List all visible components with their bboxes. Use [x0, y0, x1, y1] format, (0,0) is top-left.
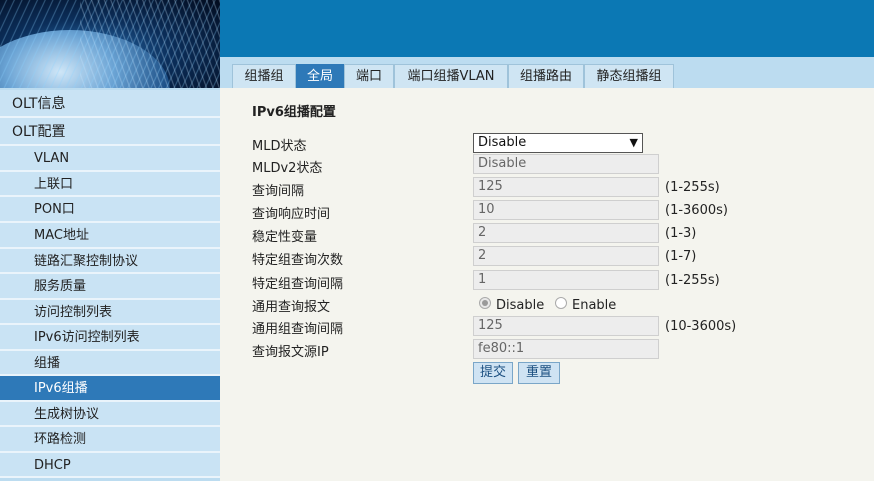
sidebar-item-lacp[interactable]: 链路汇聚控制协议 [0, 249, 220, 274]
query-response-time-label: 查询响应时间 [252, 207, 331, 222]
specific-query-count-label: 特定组查询次数 [252, 253, 344, 268]
tab-multicast-group[interactable]: 组播组 [232, 64, 296, 88]
specific-query-count-range: (1-7) [665, 249, 697, 264]
tab-port-multicast-vlan[interactable]: 端口组播VLAN [394, 64, 508, 88]
sidebar-item-stp[interactable]: 生成树协议 [0, 402, 220, 427]
sidebar-item-olt-info[interactable]: OLT信息 [0, 90, 220, 118]
header-bar [220, 0, 874, 57]
specific-query-count-input[interactable]: 2 [473, 246, 659, 266]
mldv2-status-field: Disable [473, 154, 659, 174]
page-title: IPv6组播配置 [252, 105, 336, 120]
sidebar-item-acl[interactable]: 访问控制列表 [0, 300, 220, 325]
chevron-down-icon: ▼ [629, 136, 638, 149]
specific-query-interval-label: 特定组查询间隔 [252, 277, 344, 292]
reset-button[interactable]: 重置 [518, 362, 560, 384]
tab-global[interactable]: 全局 [296, 64, 344, 88]
general-query-disable-label: Disable [496, 298, 545, 313]
sidebar-item-dhcp[interactable]: DHCP [0, 453, 220, 478]
query-source-ip-input[interactable]: fe80::1 [473, 339, 659, 359]
sidebar-item-loop-detection[interactable]: 环路检测 [0, 427, 220, 453]
sidebar-nav: OLT信息 OLT配置 VLAN 上联口 PON口 MAC地址 链路汇聚控制协议… [0, 88, 220, 481]
robustness-input[interactable]: 2 [473, 223, 659, 243]
specific-query-interval-range: (1-255s) [665, 273, 720, 288]
sidebar-item-qos[interactable]: 服务质量 [0, 274, 220, 300]
query-response-time-range: (1-3600s) [665, 203, 728, 218]
sidebar-item-mac-address[interactable]: MAC地址 [0, 223, 220, 249]
tab-bar: 组播组 全局 端口 端口组播VLAN 组播路由 静态组播组 [220, 57, 874, 88]
query-interval-label: 查询间隔 [252, 184, 305, 199]
mldv2-status-label: MLDv2状态 [252, 161, 323, 176]
robustness-label: 稳定性变量 [252, 230, 318, 245]
query-interval-input[interactable]: 125 [473, 177, 659, 197]
sidebar-item-ipv6-acl[interactable]: IPv6访问控制列表 [0, 325, 220, 351]
general-query-label: 通用查询报文 [252, 300, 331, 315]
query-source-ip-label: 查询报文源IP [252, 345, 329, 360]
query-response-time-input[interactable]: 10 [473, 200, 659, 220]
general-query-enable-radio[interactable] [555, 297, 567, 309]
sidebar-item-uplink[interactable]: 上联口 [0, 172, 220, 197]
tab-multicast-route[interactable]: 组播路由 [508, 64, 584, 88]
general-query-disable-radio[interactable] [479, 297, 491, 309]
general-query-enable-label: Enable [572, 298, 617, 313]
query-interval-range: (1-255s) [665, 180, 720, 195]
specific-query-interval-input[interactable]: 1 [473, 270, 659, 290]
sidebar-item-multicast[interactable]: 组播 [0, 351, 220, 376]
mld-status-label: MLD状态 [252, 139, 307, 154]
sidebar-item-ipv6-multicast[interactable]: IPv6组播 [0, 376, 220, 402]
general-query-interval-input[interactable]: 125 [473, 316, 659, 336]
general-query-interval-range: (10-3600s) [665, 319, 737, 334]
robustness-range: (1-3) [665, 226, 697, 241]
general-query-interval-label: 通用组查询间隔 [252, 322, 344, 337]
sidebar-item-vlan[interactable]: VLAN [0, 146, 220, 172]
sidebar-item-olt-config[interactable]: OLT配置 [0, 118, 220, 146]
main-content: IPv6组播配置 MLD状态 Disable ▼ MLDv2状态 Disable… [220, 88, 874, 481]
header-banner-image [0, 0, 220, 88]
tab-static-multicast-group[interactable]: 静态组播组 [584, 64, 674, 88]
mld-status-select[interactable]: Disable ▼ [473, 133, 643, 153]
tab-port[interactable]: 端口 [344, 64, 394, 88]
sidebar-item-pon-port[interactable]: PON口 [0, 197, 220, 223]
submit-button[interactable]: 提交 [473, 362, 513, 384]
